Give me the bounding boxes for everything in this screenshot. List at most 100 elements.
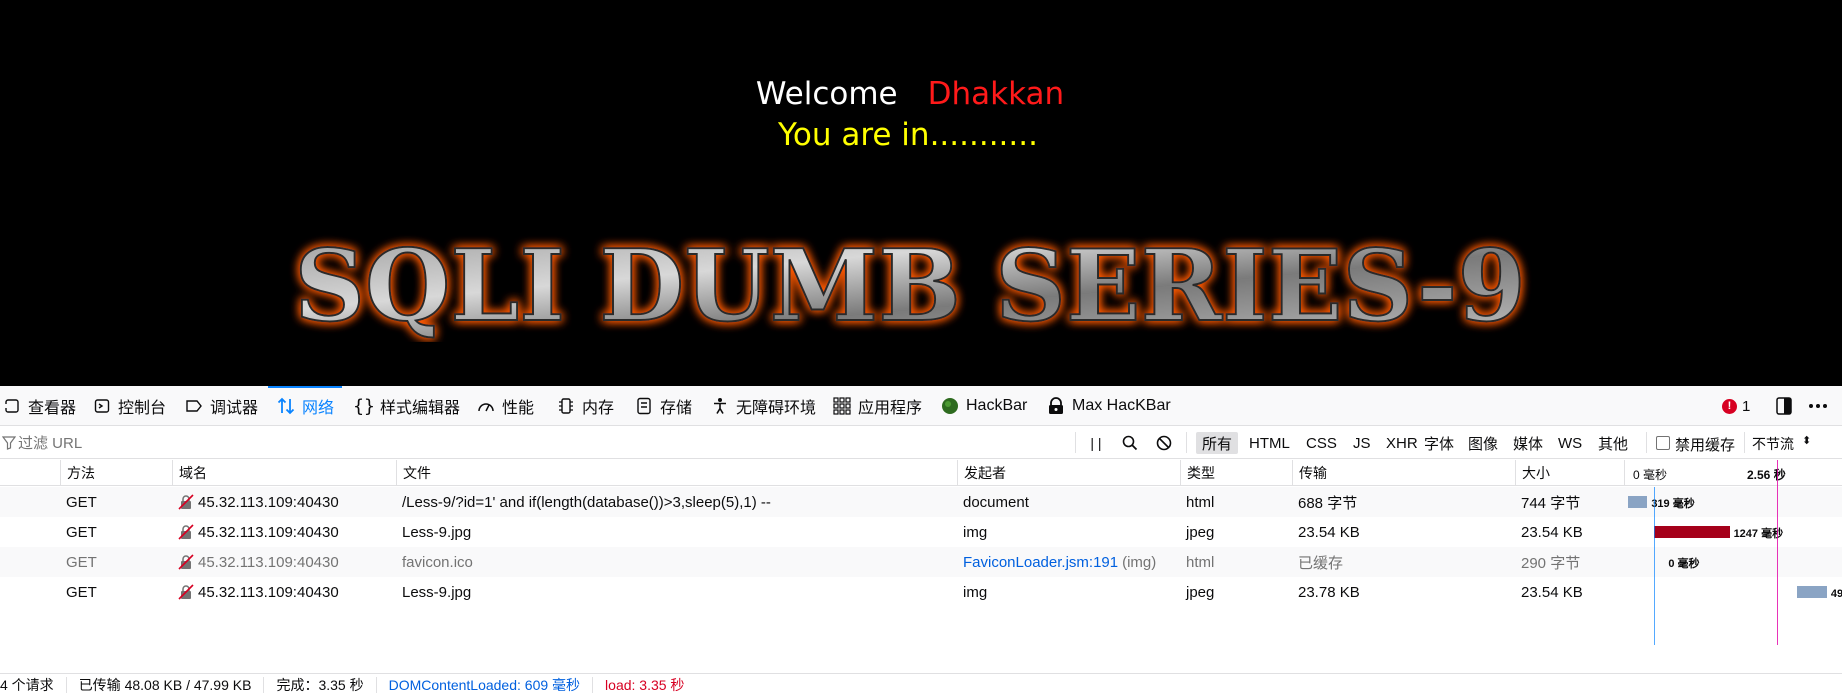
insecure-lock-icon (178, 494, 194, 510)
tab-label: HackBar (966, 397, 1028, 414)
waterfall-timing-label: 1247 毫秒 (1733, 528, 1784, 540)
column-domain[interactable]: 域名 (172, 460, 396, 486)
disable-cache-label: 禁用缓存 (1675, 437, 1736, 454)
table-row[interactable]: GET 45.32.113.109:40430 Less-9.jpg img jpeg 2… (0, 517, 1842, 547)
column-waterfall[interactable]: 0 毫秒 2.56 秒 (1624, 460, 1842, 486)
initiator-text: img (963, 523, 988, 541)
tab-label: 网络 (302, 400, 335, 417)
devtools-tabbar: 查看器 控制台 调试器 网络 {} 样式编辑器 性能 内存 存储 无障碍环境 应… (0, 386, 1842, 426)
tab-network[interactable]: 网络 (267, 386, 343, 426)
filter-js-button[interactable]: JS (1347, 432, 1377, 454)
tab-label: Max HacKBar (1072, 397, 1171, 414)
request-count: 4 个请求 (0, 676, 67, 693)
transferred-cell: 688 字节 (1298, 494, 1358, 512)
column-file[interactable]: 文件 (396, 460, 957, 486)
table-row[interactable]: GET 45.32.113.109:40430 Less-9.jpg img jpeg 2… (0, 577, 1842, 607)
size-cell: 23.54 KB (1521, 583, 1583, 601)
domain-cell: 45.32.113.109:40430 (172, 487, 396, 517)
filter-all-button[interactable]: 所有 (1196, 432, 1239, 454)
tab-max-hackbar[interactable]: Max HacKBar (1046, 386, 1171, 426)
tab-memory[interactable]: 内存 (556, 386, 614, 426)
error-icon: ! (1722, 398, 1737, 414)
network-filter-bar: | | 所有 HTML CSS JS XHR 字体 图像 媒体 WS 其他 禁用… (0, 426, 1842, 459)
tab-console[interactable]: 控制台 (92, 386, 166, 426)
transferred-summary: 已传输 48.08 KB / 47.99 KB (67, 676, 265, 693)
method-cell: GET (66, 553, 97, 571)
tab-performance[interactable]: 性能 (476, 386, 534, 426)
tab-storage[interactable]: 存储 (634, 386, 692, 426)
divider (1186, 432, 1187, 453)
table-row[interactable]: GET 45.32.113.109:40430 favicon.ico Favicon… (0, 547, 1842, 577)
table-row[interactable]: GET 45.32.113.109:40430/Less-9/?id=1' and… (0, 487, 1842, 517)
filter-ws-button[interactable]: WS (1552, 432, 1588, 454)
console-icon (92, 396, 112, 416)
tab-label: 应用程序 (858, 400, 923, 417)
tab-accessibility[interactable]: 无障碍环境 (710, 386, 816, 426)
tab-application[interactable]: 应用程序 (832, 386, 922, 426)
style-editor-icon: {} (353, 395, 375, 417)
transferred-cell: 23.78 KB (1298, 583, 1360, 601)
column-transferred[interactable]: 传输 (1292, 460, 1515, 486)
file-cell: Less-9.jpg (402, 523, 472, 541)
load-marker (1777, 460, 1778, 645)
initiator-cell: FaviconLoader.jsm:191 (img) (957, 547, 1180, 577)
filter-icon (2, 436, 16, 450)
tab-style-editor[interactable]: {} 样式编辑器 (353, 386, 460, 426)
error-count-badge[interactable]: ! 1 (1722, 386, 1750, 426)
debugger-icon (184, 396, 204, 416)
column-type[interactable]: 类型 (1180, 460, 1292, 486)
size-cell: 290 字节 (1521, 554, 1581, 572)
dom-content-loaded-time: DOMContentLoaded: 609 毫秒 (377, 676, 594, 693)
pause-button[interactable]: | | (1084, 432, 1108, 454)
more-options-icon[interactable] (1806, 396, 1830, 416)
insecure-lock-icon (178, 584, 194, 600)
waterfall-bar (1796, 586, 1827, 598)
column-method[interactable]: 方法 (60, 460, 172, 486)
filter-fonts-button[interactable]: 字体 (1418, 432, 1460, 454)
tab-label: 内存 (582, 400, 615, 417)
storage-icon (634, 396, 654, 416)
tab-debugger[interactable]: 调试器 (184, 386, 258, 426)
clear-button[interactable] (1152, 432, 1176, 454)
search-button[interactable] (1118, 432, 1142, 454)
disable-cache-checkbox[interactable] (1656, 436, 1670, 450)
memory-icon (556, 396, 576, 416)
welcome-line: Welcome Dhakkan (0, 76, 1820, 112)
file-cell: Less-9.jpg (402, 583, 472, 601)
tab-hackbar[interactable]: HackBar (940, 386, 1027, 426)
type-cell: jpeg (1186, 583, 1215, 601)
initiator-cell: img (957, 517, 1180, 547)
dock-side-icon[interactable] (1774, 396, 1794, 416)
type-cell: html (1186, 493, 1215, 511)
page-content: Welcome Dhakkan You are in........... SQL… (0, 0, 1842, 386)
transferred-cell: 已缓存 (1298, 554, 1344, 572)
domain-cell: 45.32.113.109:40430 (172, 577, 396, 607)
initiator-cell: img (957, 577, 1180, 607)
tab-inspector[interactable]: 查看器 (2, 386, 76, 426)
inspector-icon (2, 396, 22, 416)
size-cell: 23.54 KB (1521, 523, 1583, 541)
filter-css-button[interactable]: CSS (1300, 432, 1343, 454)
devtools-panel: 查看器 控制台 调试器 网络 {} 样式编辑器 性能 内存 存储 无障碍环境 应… (0, 386, 1842, 695)
column-initiator[interactable]: 发起者 (957, 460, 1180, 486)
type-cell: jpeg (1186, 523, 1215, 541)
filter-images-button[interactable]: 图像 (1462, 432, 1504, 454)
application-icon (832, 396, 852, 416)
filter-other-button[interactable]: 其他 (1592, 432, 1634, 454)
filter-html-button[interactable]: HTML (1243, 432, 1296, 454)
divider (1075, 432, 1076, 453)
chevron-down-icon: ⬍ (1802, 435, 1812, 447)
max-hackbar-icon (1046, 396, 1066, 416)
tab-label: 查看器 (28, 400, 77, 417)
waterfall-timing-label: 319 毫秒 (1651, 498, 1695, 510)
waterfall-timing-label: 0 毫秒 (1668, 558, 1700, 570)
filter-url-input[interactable] (18, 433, 1068, 453)
initiator-text: img (963, 583, 988, 601)
initiator-link[interactable]: FaviconLoader.jsm:191 (963, 554, 1118, 571)
domain-text: 45.32.113.109:40430 (198, 583, 339, 601)
file-cell: favicon.ico (402, 553, 473, 571)
throttling-select[interactable]: 不节流 (1752, 434, 1794, 454)
filter-media-button[interactable]: 媒体 (1507, 432, 1549, 454)
accessibility-icon (710, 396, 730, 416)
column-size[interactable]: 大小 (1515, 460, 1624, 486)
